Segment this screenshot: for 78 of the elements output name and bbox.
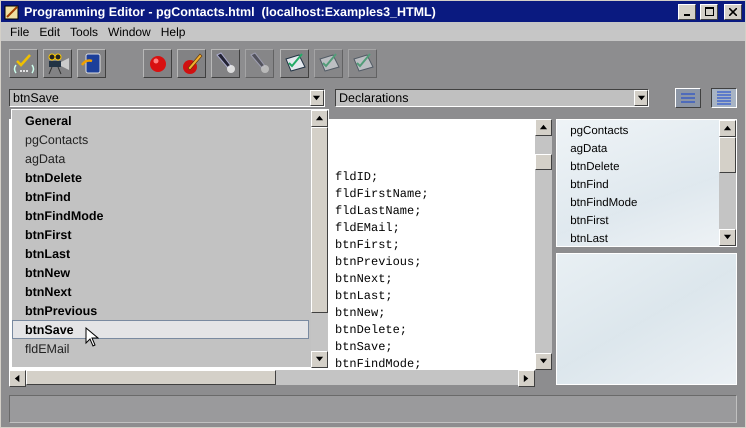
scroll-up-icon (723, 124, 732, 133)
projector-icon (46, 51, 70, 75)
app-icon (4, 4, 20, 20)
scroll-down-icon (723, 233, 732, 242)
flashlight-icon (214, 51, 238, 75)
code-line: btnNew; (335, 305, 386, 322)
code-line: btnFirst; (335, 237, 401, 254)
toolbar-button[interactable] (9, 48, 38, 78)
scrollbar[interactable] (535, 119, 552, 370)
code-line: fldLastName; (335, 203, 422, 220)
code-line: fldID; (335, 169, 380, 186)
list-item[interactable]: agData (12, 149, 309, 168)
menu-item[interactable]: Help (156, 24, 190, 38)
scroll-down-icon (539, 357, 548, 366)
code-line: btnFindMode; (335, 356, 422, 370)
toolbar-button[interactable] (143, 48, 172, 78)
list-item[interactable]: btnFind (570, 176, 719, 194)
scrollbar[interactable] (311, 110, 328, 368)
toolbar-button[interactable] (280, 48, 309, 78)
list-item[interactable]: agData (570, 140, 719, 158)
toolbar-button[interactable] (177, 48, 206, 78)
mouse-pointer-icon (85, 327, 99, 347)
maximize-icon (704, 7, 714, 16)
code-line: btnLast; (335, 288, 394, 305)
code-line: btnSave; (335, 339, 394, 356)
caret-icon (636, 94, 646, 102)
scroll-up-icon (539, 123, 548, 132)
list-item[interactable]: btnFindMode (12, 206, 309, 225)
scroll-up-icon (315, 114, 324, 123)
menu-item[interactable]: Edit (34, 24, 66, 38)
list-item[interactable]: btnLast (570, 230, 719, 248)
list-item[interactable]: btnDelete (12, 168, 309, 187)
maximize-button[interactable] (700, 4, 718, 20)
code-line: fldEMail; (335, 220, 401, 237)
scrollbar[interactable] (9, 370, 536, 385)
list-item[interactable]: btnPrevious (12, 301, 309, 320)
menu-item[interactable]: File (5, 24, 34, 38)
minimize-button[interactable] (678, 4, 696, 20)
scroll-thumb[interactable] (719, 137, 736, 173)
close-icon (729, 8, 737, 16)
caret-icon (312, 94, 322, 102)
list-item[interactable]: btnNew (12, 263, 309, 282)
code-line: btnPrevious; (335, 254, 422, 271)
view-button[interactable] (711, 88, 737, 108)
list-item[interactable]: fldEMail (12, 339, 309, 358)
list-item[interactable]: btnDelete (570, 158, 719, 176)
menu-item[interactable]: Window (103, 24, 156, 38)
scrollbar[interactable] (719, 120, 736, 246)
close-button[interactable] (724, 4, 742, 20)
minimize-icon (684, 14, 690, 16)
code-line: fldFirstName; (335, 186, 430, 203)
list-item[interactable]: pgContacts (12, 130, 309, 149)
scroll-thumb[interactable] (26, 370, 276, 385)
window-title: Programming Editor - pgContacts.html (localhost:Examples3_HTML) (24, 4, 437, 18)
flashlight-icon (248, 51, 272, 75)
list-item[interactable]: btnFirst (570, 212, 719, 230)
lines-icon (679, 92, 697, 104)
menu-item[interactable]: Tools (65, 24, 104, 38)
code-line: btnDelete; (335, 322, 408, 339)
list-item[interactable]: btnNext (12, 282, 309, 301)
list-item[interactable]: btnLast (12, 244, 309, 263)
toolbar-button[interactable] (77, 48, 106, 78)
list-item[interactable]: General (12, 111, 309, 130)
procedure-dropdown[interactable]: Declarations (334, 89, 649, 107)
lines-icon (715, 91, 733, 105)
paint-can-icon (80, 51, 104, 75)
code-line: btnNext; (335, 271, 394, 288)
toolbar-button[interactable] (43, 48, 72, 78)
scroll-thumb[interactable] (311, 127, 328, 313)
list-item[interactable]: pgContacts (570, 122, 719, 140)
list-item[interactable]: btnFindMode (570, 194, 719, 212)
scroll-left-icon (13, 374, 22, 383)
object-dropdown[interactable]: btnSave (9, 89, 325, 107)
list-item[interactable]: btnFirst (12, 225, 309, 244)
scroll-thumb[interactable] (535, 154, 552, 170)
toolbar-button[interactable] (211, 48, 240, 78)
list-item[interactable]: btnFind (12, 187, 309, 206)
scroll-down-icon (315, 355, 324, 364)
